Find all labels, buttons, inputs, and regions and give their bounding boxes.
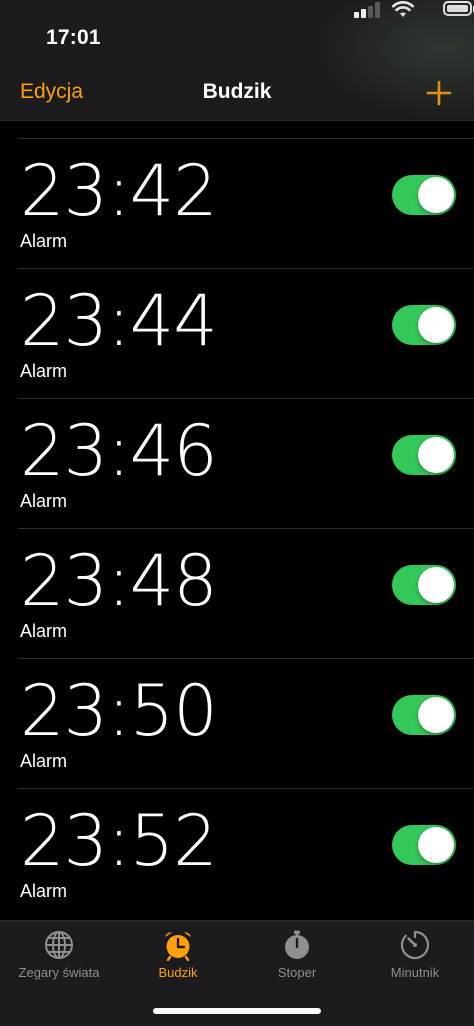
alarm-row[interactable]: 23:48 Alarm — [18, 528, 474, 658]
globe-icon — [45, 931, 73, 959]
alarm-row[interactable]: 23:46 Alarm — [18, 398, 474, 528]
alarm-time: 23:48 — [20, 540, 218, 622]
alarm-toggle[interactable] — [392, 435, 456, 475]
tab-timer[interactable]: Minutnik — [356, 929, 474, 993]
alarm-time: 23:52 — [20, 800, 218, 882]
alarm-toggle[interactable] — [392, 695, 456, 735]
alarm-row[interactable]: 23:44 Alarm — [18, 268, 474, 398]
alarm-time: 23:44 — [20, 280, 218, 362]
alarm-row[interactable]: 23:42 Alarm — [18, 138, 474, 268]
stopwatch-icon — [285, 930, 309, 959]
status-time: 17:01 — [46, 26, 101, 49]
tab-label: Budzik — [158, 965, 198, 980]
alarm-label: Alarm — [20, 361, 68, 381]
toggle-knob — [418, 177, 454, 213]
alarm-toggle[interactable] — [392, 565, 456, 605]
alarm-label: Alarm — [20, 881, 68, 901]
alarm-clock-icon — [165, 932, 191, 961]
tab-label: Zegary świata — [18, 965, 100, 980]
toggle-knob — [418, 697, 454, 733]
wifi-icon — [392, 1, 414, 17]
alarm-row[interactable]: 23:52 Alarm — [18, 788, 474, 918]
alarm-toggle[interactable] — [392, 175, 456, 215]
alarm-list: 23:42 Alarm 23:44 Alarm 23:46 Alarm 23:4… — [0, 138, 474, 918]
tab-stopwatch[interactable]: Stoper — [238, 929, 356, 993]
alarm-toggle[interactable] — [392, 305, 456, 345]
toggle-knob — [418, 437, 454, 473]
alarm-time: 23:46 — [20, 410, 218, 492]
home-indicator[interactable] — [153, 1008, 321, 1014]
tab-world-clock[interactable]: Zegary świata — [0, 929, 118, 993]
alarm-label: Alarm — [20, 751, 68, 771]
tab-alarm[interactable]: Budzik — [119, 929, 237, 993]
status-bar: 17:01 — [0, 0, 474, 70]
alarm-row[interactable]: 23:50 Alarm — [18, 658, 474, 788]
add-alarm-button[interactable] — [426, 80, 452, 106]
toggle-knob — [418, 307, 454, 343]
page-title: Budzik — [202, 80, 272, 103]
alarm-label: Alarm — [20, 491, 68, 511]
navigation-bar: Edycja Budzik — [0, 70, 474, 121]
alarm-time: 23:42 — [20, 150, 218, 232]
alarm-label: Alarm — [20, 231, 68, 251]
timer-icon — [400, 930, 430, 960]
battery-icon — [443, 1, 474, 16]
toggle-knob — [418, 827, 454, 863]
toggle-knob — [418, 567, 454, 603]
alarm-time: 23:50 — [20, 670, 218, 752]
tab-label: Minutnik — [390, 965, 440, 980]
alarm-toggle[interactable] — [392, 825, 456, 865]
tab-label: Stoper — [277, 965, 317, 980]
cellular-signal-icon — [354, 2, 380, 18]
alarm-label: Alarm — [20, 621, 68, 641]
